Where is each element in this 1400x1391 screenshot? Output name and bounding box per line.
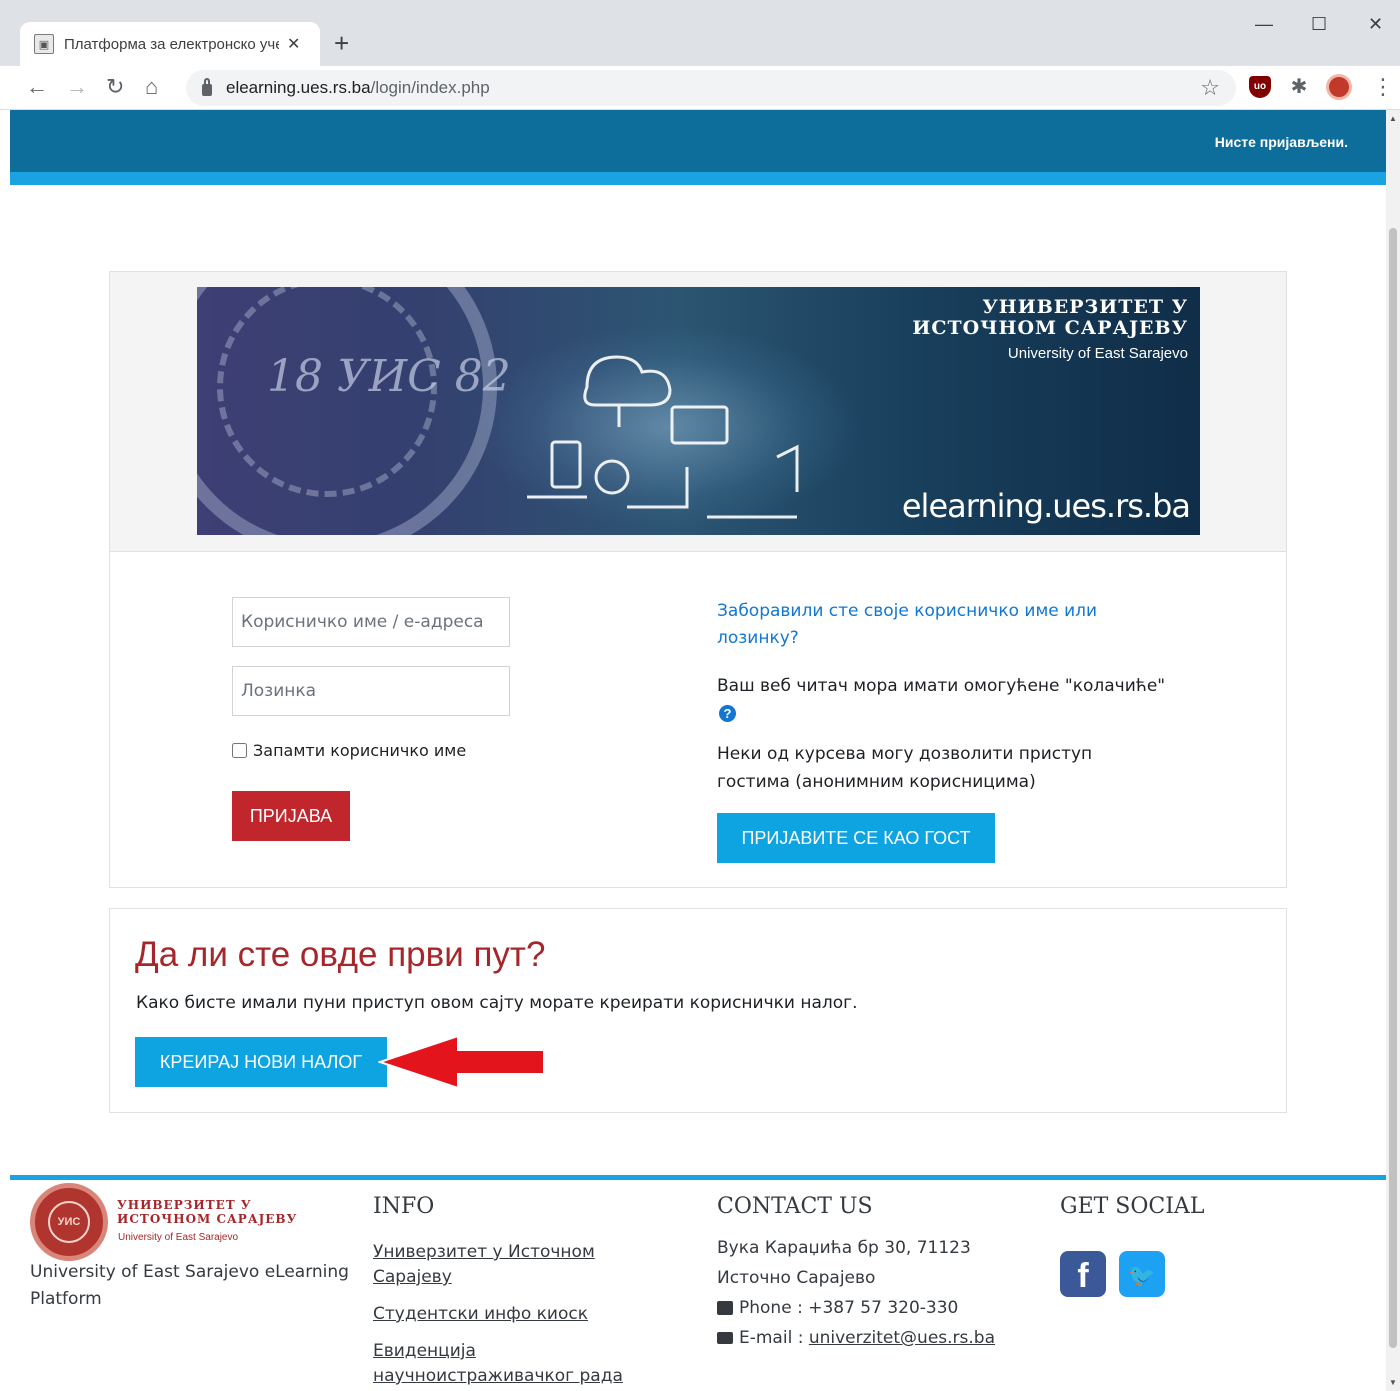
lock-icon xyxy=(202,78,212,96)
footer-platform-text: University of East Sarajevo eLearning Pl… xyxy=(30,1262,349,1309)
browser-tab[interactable]: ▣ Платформа за електронско уче ✕ xyxy=(20,22,320,66)
tab-close-icon[interactable]: ✕ xyxy=(287,34,300,54)
contact-address-line1: Вука Караџића бр 30, 71123 xyxy=(717,1238,971,1258)
remember-username[interactable]: Запамти корисничко име xyxy=(232,741,466,760)
footer-university-name: УНИВЕРЗИТЕТ У ИСТОЧНОМ САРАЈЕВУ xyxy=(117,1198,297,1226)
navbar-accent-strip xyxy=(10,172,1386,185)
reload-button[interactable]: ↻ xyxy=(106,74,124,100)
guest-access-info: Неки од курсева могу дозволити приступ г… xyxy=(717,744,1093,792)
university-logo: УИС xyxy=(30,1183,108,1261)
contact-email-link[interactable]: univerzitet@ues.rs.ba xyxy=(809,1328,995,1348)
footer-divider xyxy=(10,1175,1386,1180)
extensions-puzzle-icon[interactable]: ✱ xyxy=(1288,76,1310,98)
footer-contact-heading: CONTACT US xyxy=(717,1194,873,1219)
red-arrow-annotation xyxy=(378,1034,545,1090)
login-status-text: Нисте пријављени. xyxy=(1214,134,1348,150)
ublock-extension-icon[interactable]: uo xyxy=(1249,76,1271,98)
remember-checkbox[interactable] xyxy=(232,743,247,758)
phone-icon xyxy=(717,1301,733,1315)
scrollbar-thumb[interactable] xyxy=(1389,228,1397,1348)
browser-tab-strip: ▣ Платформа за електронско уче ✕ + — ☐ ✕ xyxy=(0,0,1400,66)
footer-university-line1: УНИВЕРЗИТЕТ У xyxy=(117,1198,252,1212)
tab-title: Платформа за електронско уче xyxy=(64,35,279,53)
browser-menu-icon[interactable]: ⋮ xyxy=(1372,76,1394,98)
footer-link-research[interactable]: Евиденција научноистраживачког рада xyxy=(373,1339,643,1389)
facebook-icon[interactable]: f xyxy=(1060,1251,1106,1297)
username-input[interactable] xyxy=(232,597,510,647)
create-account-button[interactable]: КРЕИРАЈ НОВИ НАЛОГ xyxy=(135,1037,387,1087)
url-path: /login/index.php xyxy=(370,78,490,97)
guest-login-button[interactable]: ПРИЈАВИТЕ СЕ КАО ГОСТ xyxy=(717,813,995,863)
contact-phone: Phone : +387 57 320-330 xyxy=(717,1298,958,1318)
home-button[interactable]: ⌂ xyxy=(145,74,158,100)
page-scrollbar[interactable]: ▲ ▼ xyxy=(1386,110,1400,1391)
footer-university-english: University of East Sarajevo xyxy=(118,1232,239,1243)
signup-title: Да ли сте овде први пут? xyxy=(135,935,546,974)
site-navbar: Нисте пријављени. xyxy=(10,110,1386,172)
help-question-icon[interactable]: ? xyxy=(719,705,736,722)
contact-address-line2: Источно Сарајево xyxy=(717,1268,876,1288)
new-tab-button[interactable]: + xyxy=(334,28,349,58)
profile-avatar[interactable] xyxy=(1326,74,1352,100)
banner-area: 18 УИС 82 УНИВЕРЗИТЕТ У ИСТОЧНОМ САРАЈЕВ… xyxy=(110,272,1286,552)
seal-text: 18 УИС 82 xyxy=(267,351,511,402)
signup-text: Како бисте имали пуни приступ овом сајту… xyxy=(136,993,858,1013)
page-viewport: Нисте пријављени. 18 УИС 82 УНИВЕРЗИТЕТ … xyxy=(10,110,1386,1391)
elearning-banner-image: 18 УИС 82 УНИВЕРЗИТЕТ У ИСТОЧНОМ САРАЈЕВ… xyxy=(197,287,1200,535)
contact-email: E-mail : univerzitet@ues.rs.ba xyxy=(717,1328,995,1348)
logo-emblem-icon: УИС xyxy=(48,1201,90,1243)
bookmark-star-icon[interactable]: ☆ xyxy=(1200,75,1220,101)
forgot-credentials-link[interactable]: Заборавили сте своје корисничко име или … xyxy=(717,598,1137,652)
tab-favicon-icon: ▣ xyxy=(34,34,54,54)
envelope-icon xyxy=(717,1332,733,1344)
contact-phone-text: Phone : +387 57 320-330 xyxy=(739,1298,959,1318)
banner-university-name: УНИВЕРЗИТЕТ У ИСТОЧНОМ САРАЈЕВУ xyxy=(912,297,1188,339)
login-card: 18 УИС 82 УНИВЕРЗИТЕТ У ИСТОЧНОМ САРАЈЕВ… xyxy=(109,271,1287,888)
footer-info-heading: INFO xyxy=(373,1194,435,1219)
close-window-button[interactable]: ✕ xyxy=(1368,14,1383,35)
scroll-down-icon[interactable]: ▼ xyxy=(1389,1378,1397,1387)
footer-link-student-kiosk[interactable]: Студентски инфо киоск xyxy=(373,1302,653,1327)
login-button[interactable]: ПРИЈАВА xyxy=(232,791,350,841)
password-input[interactable] xyxy=(232,666,510,716)
minimize-button[interactable]: — xyxy=(1255,14,1273,35)
back-button[interactable]: ← xyxy=(26,74,48,100)
banner-site-url: elearning.ues.rs.ba xyxy=(901,487,1191,525)
contact-email-label: E-mail : xyxy=(739,1328,804,1348)
signup-card: Да ли сте овде први пут? Како бисте имал… xyxy=(109,908,1287,1113)
maximize-button[interactable]: ☐ xyxy=(1311,14,1327,35)
footer-social-heading: GET SOCIAL xyxy=(1060,1194,1205,1219)
banner-university-line2: ИСТОЧНОМ САРАЈЕВУ xyxy=(912,317,1188,339)
banner-university-english: University of East Sarajevo xyxy=(1007,345,1188,362)
address-bar[interactable]: elearning.ues.rs.ba /login/index.php ☆ xyxy=(186,70,1236,106)
footer-university-line2: ИСТОЧНОМ САРАЈЕВУ xyxy=(117,1212,298,1226)
cookies-notice: Ваш веб читач мора имати омогућене "кола… xyxy=(717,676,1166,696)
url-host: elearning.ues.rs.ba xyxy=(226,78,371,97)
forward-button[interactable]: → xyxy=(66,74,88,100)
scroll-up-icon[interactable]: ▲ xyxy=(1389,114,1397,123)
cloud-network-icons xyxy=(527,355,799,519)
footer-link-university[interactable]: Универзитет у Источном Сарајеву xyxy=(373,1240,623,1290)
browser-toolbar: ← → ↻ ⌂ elearning.ues.rs.ba /login/index… xyxy=(0,66,1400,110)
remember-label: Запамти корисничко име xyxy=(253,741,467,760)
twitter-icon[interactable]: 🐦 xyxy=(1119,1251,1165,1297)
banner-university-line1: УНИВЕРЗИТЕТ У xyxy=(982,296,1188,318)
